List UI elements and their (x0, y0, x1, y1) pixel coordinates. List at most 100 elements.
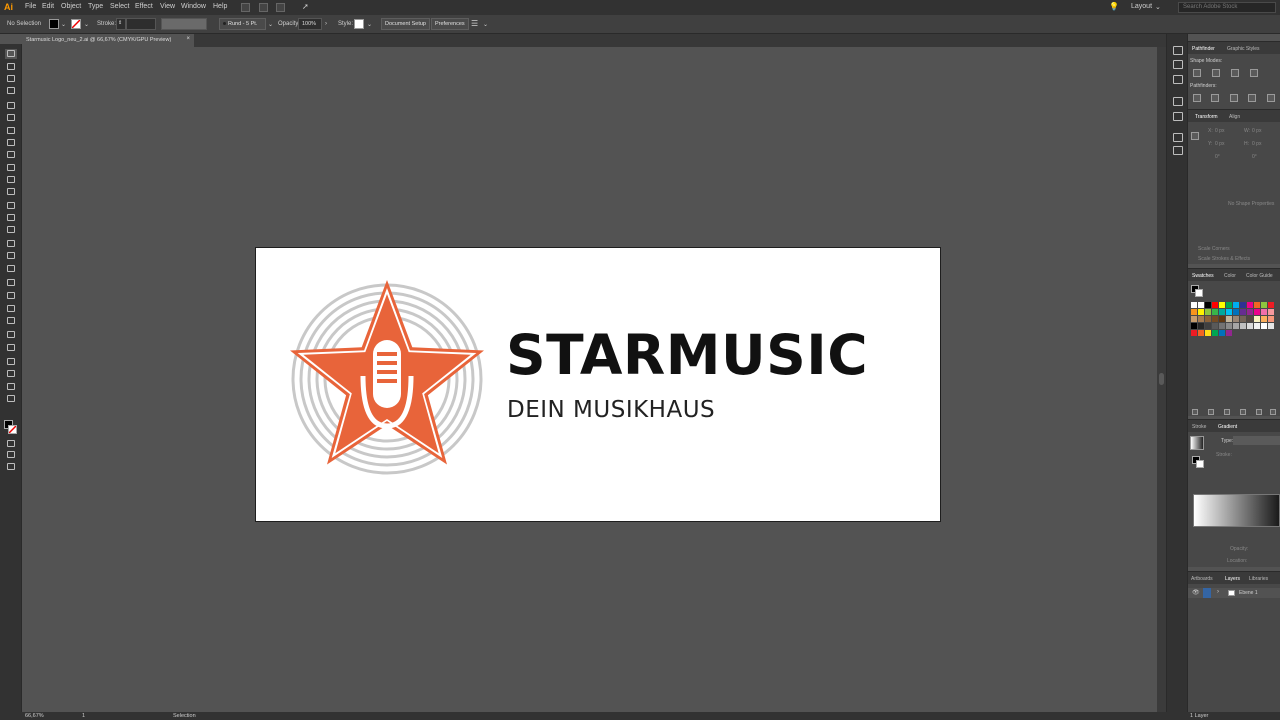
color-swatch[interactable] (1254, 309, 1260, 315)
gradient-tool-icon[interactable] (5, 291, 17, 301)
scale-strokes-label[interactable]: Scale Strokes & Effects (1198, 256, 1250, 262)
color-swatch[interactable] (1226, 330, 1232, 336)
pen-tool-icon[interactable] (5, 101, 17, 111)
stock-search-input[interactable]: Search Adobe Stock (1178, 2, 1276, 13)
vertical-scrollbar[interactable] (1157, 47, 1166, 712)
color-swatch[interactable] (1191, 316, 1197, 322)
paragraph-panel-icon[interactable] (1173, 60, 1183, 69)
color-swatch[interactable] (1233, 316, 1239, 322)
color-swatch[interactable] (1212, 316, 1218, 322)
scale-tool-icon[interactable] (5, 213, 17, 223)
brush-definition[interactable]: Rund - 5 Pt. (219, 18, 266, 30)
color-swatch[interactable] (1261, 302, 1267, 308)
paintbrush-tool-icon[interactable] (5, 163, 17, 173)
brushes-panel-icon[interactable] (1173, 97, 1183, 106)
shape-builder-tool-icon[interactable] (5, 251, 17, 261)
color-swatch[interactable] (1240, 309, 1246, 315)
eraser-tool-icon[interactable] (5, 187, 17, 197)
color-swatch[interactable] (1226, 323, 1232, 329)
color-swatch[interactable] (1205, 330, 1211, 336)
drawing-mode-icon[interactable] (5, 450, 17, 460)
color-swatch[interactable] (1191, 323, 1197, 329)
tab-artboards[interactable]: Artboards (1191, 576, 1213, 582)
stroke-color-icon[interactable] (1196, 460, 1204, 468)
blend-tool-icon[interactable] (5, 316, 17, 326)
stroke-color-icon[interactable] (1195, 289, 1203, 297)
color-swatch[interactable] (1233, 323, 1239, 329)
hand-tool-icon[interactable] (5, 382, 17, 392)
workspace-switcher[interactable]: Layout (1131, 3, 1152, 10)
shear-field[interactable]: 0° (1252, 154, 1257, 160)
chevron-down-icon[interactable]: ⌄ (268, 21, 273, 28)
tab-layers[interactable]: Layers (1225, 576, 1240, 582)
color-swatch[interactable] (1191, 330, 1197, 336)
color-swatch[interactable] (1240, 302, 1246, 308)
tab-stroke[interactable]: Stroke (1192, 424, 1206, 430)
color-mode-icon[interactable] (5, 439, 17, 449)
color-swatch[interactable] (1198, 316, 1204, 322)
w-field[interactable]: 0 px (1252, 128, 1261, 134)
menu-effect[interactable]: Effect (135, 3, 153, 10)
eye-icon[interactable]: 👁 (1192, 589, 1200, 596)
color-swatch[interactable] (1205, 309, 1211, 315)
document-setup-button[interactable]: Document Setup (381, 18, 430, 30)
export-panel-icon[interactable] (1173, 133, 1183, 142)
menu-help[interactable]: Help (213, 3, 227, 10)
color-swatch[interactable] (1254, 323, 1260, 329)
swatch-options-icon[interactable] (1224, 409, 1230, 415)
slice-tool-icon[interactable] (5, 369, 17, 379)
chevron-down-icon[interactable]: ⌄ (367, 21, 372, 28)
shaper-tool-icon[interactable] (5, 175, 17, 185)
tab-color[interactable]: Color (1224, 273, 1236, 279)
chevron-right-icon[interactable]: › (325, 21, 327, 27)
color-swatch[interactable] (1247, 323, 1253, 329)
new-swatch-icon[interactable] (1256, 409, 1262, 415)
intersect-icon[interactable] (1231, 69, 1239, 77)
mesh-tool-icon[interactable] (5, 278, 17, 288)
symbol-sprayer-tool-icon[interactable] (5, 330, 17, 340)
new-color-group-icon[interactable] (1240, 409, 1246, 415)
line-tool-icon[interactable] (5, 138, 17, 148)
color-swatch[interactable] (1191, 309, 1197, 315)
color-swatch[interactable] (1233, 302, 1239, 308)
color-swatch[interactable] (1226, 302, 1232, 308)
scrollbar-thumb[interactable] (1159, 373, 1164, 385)
tab-align[interactable]: Align (1229, 114, 1240, 120)
swatch-libraries-icon[interactable] (1192, 409, 1198, 415)
merge-icon[interactable] (1230, 94, 1238, 102)
color-swatch[interactable] (1212, 302, 1218, 308)
tab-graphic-styles[interactable]: Graphic Styles (1227, 46, 1260, 52)
color-swatch[interactable] (1191, 302, 1197, 308)
send-icon[interactable]: ➚ (302, 2, 311, 11)
stroke-stepper[interactable]: ⇕ (116, 18, 126, 30)
color-swatch[interactable] (1261, 309, 1267, 315)
color-swatch[interactable] (1212, 323, 1218, 329)
color-swatch[interactable] (1268, 302, 1274, 308)
delete-swatch-icon[interactable] (1270, 409, 1276, 415)
menu-file[interactable]: File (25, 3, 36, 10)
expand-icon[interactable]: › (1217, 589, 1219, 595)
document-tab[interactable]: Starmusic Logo_neu_2.ai @ 66,67% (CMYK/G… (22, 34, 194, 47)
width-tool-icon[interactable] (5, 225, 17, 235)
column-graph-tool-icon[interactable] (5, 343, 17, 353)
preferences-button[interactable]: Preferences (431, 18, 469, 30)
scale-corners-label[interactable]: Scale Corners (1198, 246, 1230, 252)
direct-selection-tool-icon[interactable] (5, 62, 17, 72)
eyedropper-tool-icon[interactable] (5, 304, 17, 314)
chevron-down-icon[interactable]: ⌄ (483, 21, 488, 28)
tab-gradient[interactable]: Gradient (1218, 424, 1237, 430)
color-swatch[interactable] (1247, 316, 1253, 322)
swatch-grid[interactable] (1191, 302, 1279, 342)
curvature-tool-icon[interactable] (5, 113, 17, 123)
color-swatch[interactable] (1205, 316, 1211, 322)
opacity-field[interactable]: 100% (298, 18, 322, 30)
unite-icon[interactable] (1193, 69, 1201, 77)
artboard-tool-icon[interactable] (5, 357, 17, 367)
stroke-swatch[interactable] (71, 19, 81, 29)
color-swatch[interactable] (1198, 309, 1204, 315)
outline-icon[interactable] (1267, 94, 1275, 102)
h-field[interactable]: 0 px (1252, 141, 1261, 147)
character-panel-icon[interactable] (1173, 46, 1183, 55)
magic-wand-tool-icon[interactable] (5, 74, 17, 84)
close-icon[interactable]: × (186, 36, 190, 42)
